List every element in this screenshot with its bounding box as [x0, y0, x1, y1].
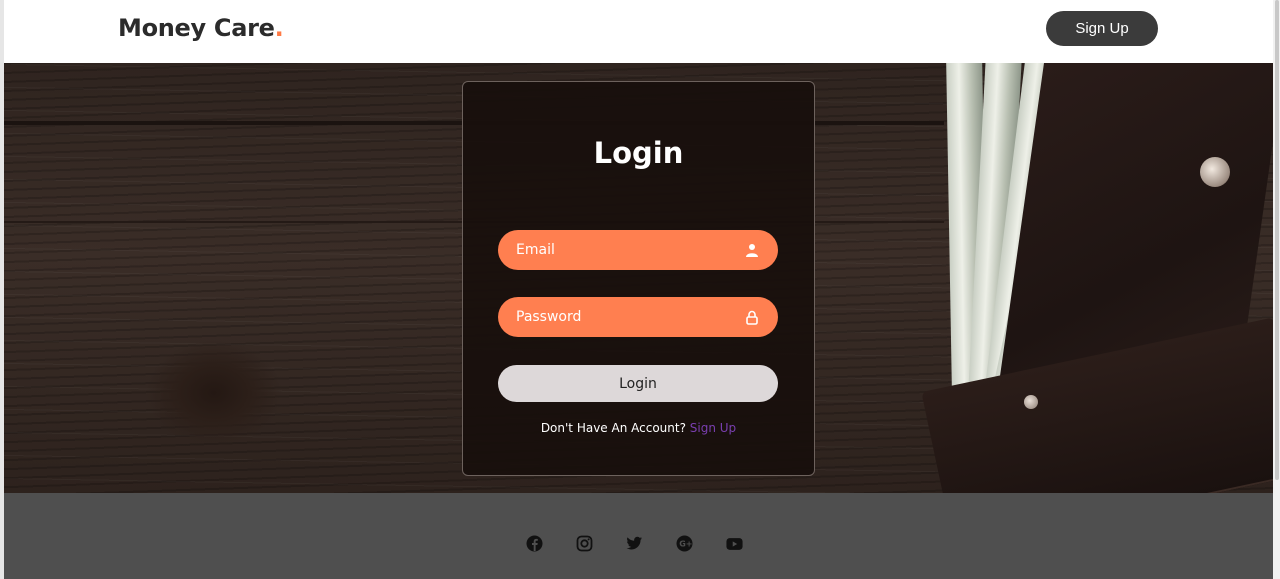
- no-account-text: Don't Have An Account?: [540, 421, 686, 435]
- password-field[interactable]: [498, 297, 778, 337]
- signup-link[interactable]: Sign Up: [690, 421, 736, 435]
- brand-logo[interactable]: Money Care.: [118, 14, 284, 42]
- lock-icon: [744, 309, 760, 325]
- signup-prompt: Don't Have An Account? Sign Up: [463, 421, 814, 435]
- svg-text:G+: G+: [679, 540, 692, 549]
- youtube-icon[interactable]: [726, 535, 743, 552]
- site-footer: G+: [4, 493, 1273, 579]
- password-input[interactable]: [516, 309, 744, 325]
- brand-name: Money Care: [118, 14, 275, 42]
- google-plus-icon[interactable]: G+: [676, 535, 693, 552]
- site-header: Money Care. Sign Up: [4, 0, 1273, 63]
- login-button[interactable]: Login: [498, 365, 778, 402]
- login-title: Login: [593, 136, 684, 170]
- instagram-icon[interactable]: [576, 535, 593, 552]
- facebook-icon[interactable]: [526, 535, 543, 552]
- brand-dot: .: [274, 14, 284, 42]
- email-field[interactable]: [498, 230, 778, 270]
- twitter-icon[interactable]: [626, 535, 643, 552]
- header-signup-button[interactable]: Sign Up: [1046, 11, 1158, 46]
- user-icon: [744, 242, 760, 258]
- wallet-rivet-image: [1024, 395, 1038, 409]
- social-links: G+: [526, 535, 743, 552]
- login-card: Login Login Don't Have An Account? Sign …: [462, 81, 815, 476]
- hero-section: Login Login Don't Have An Account? Sign …: [4, 63, 1273, 493]
- wallet-snap-image: [1200, 157, 1230, 187]
- email-input[interactable]: [516, 242, 744, 258]
- scrollbar-thumb[interactable]: [1275, 0, 1279, 480]
